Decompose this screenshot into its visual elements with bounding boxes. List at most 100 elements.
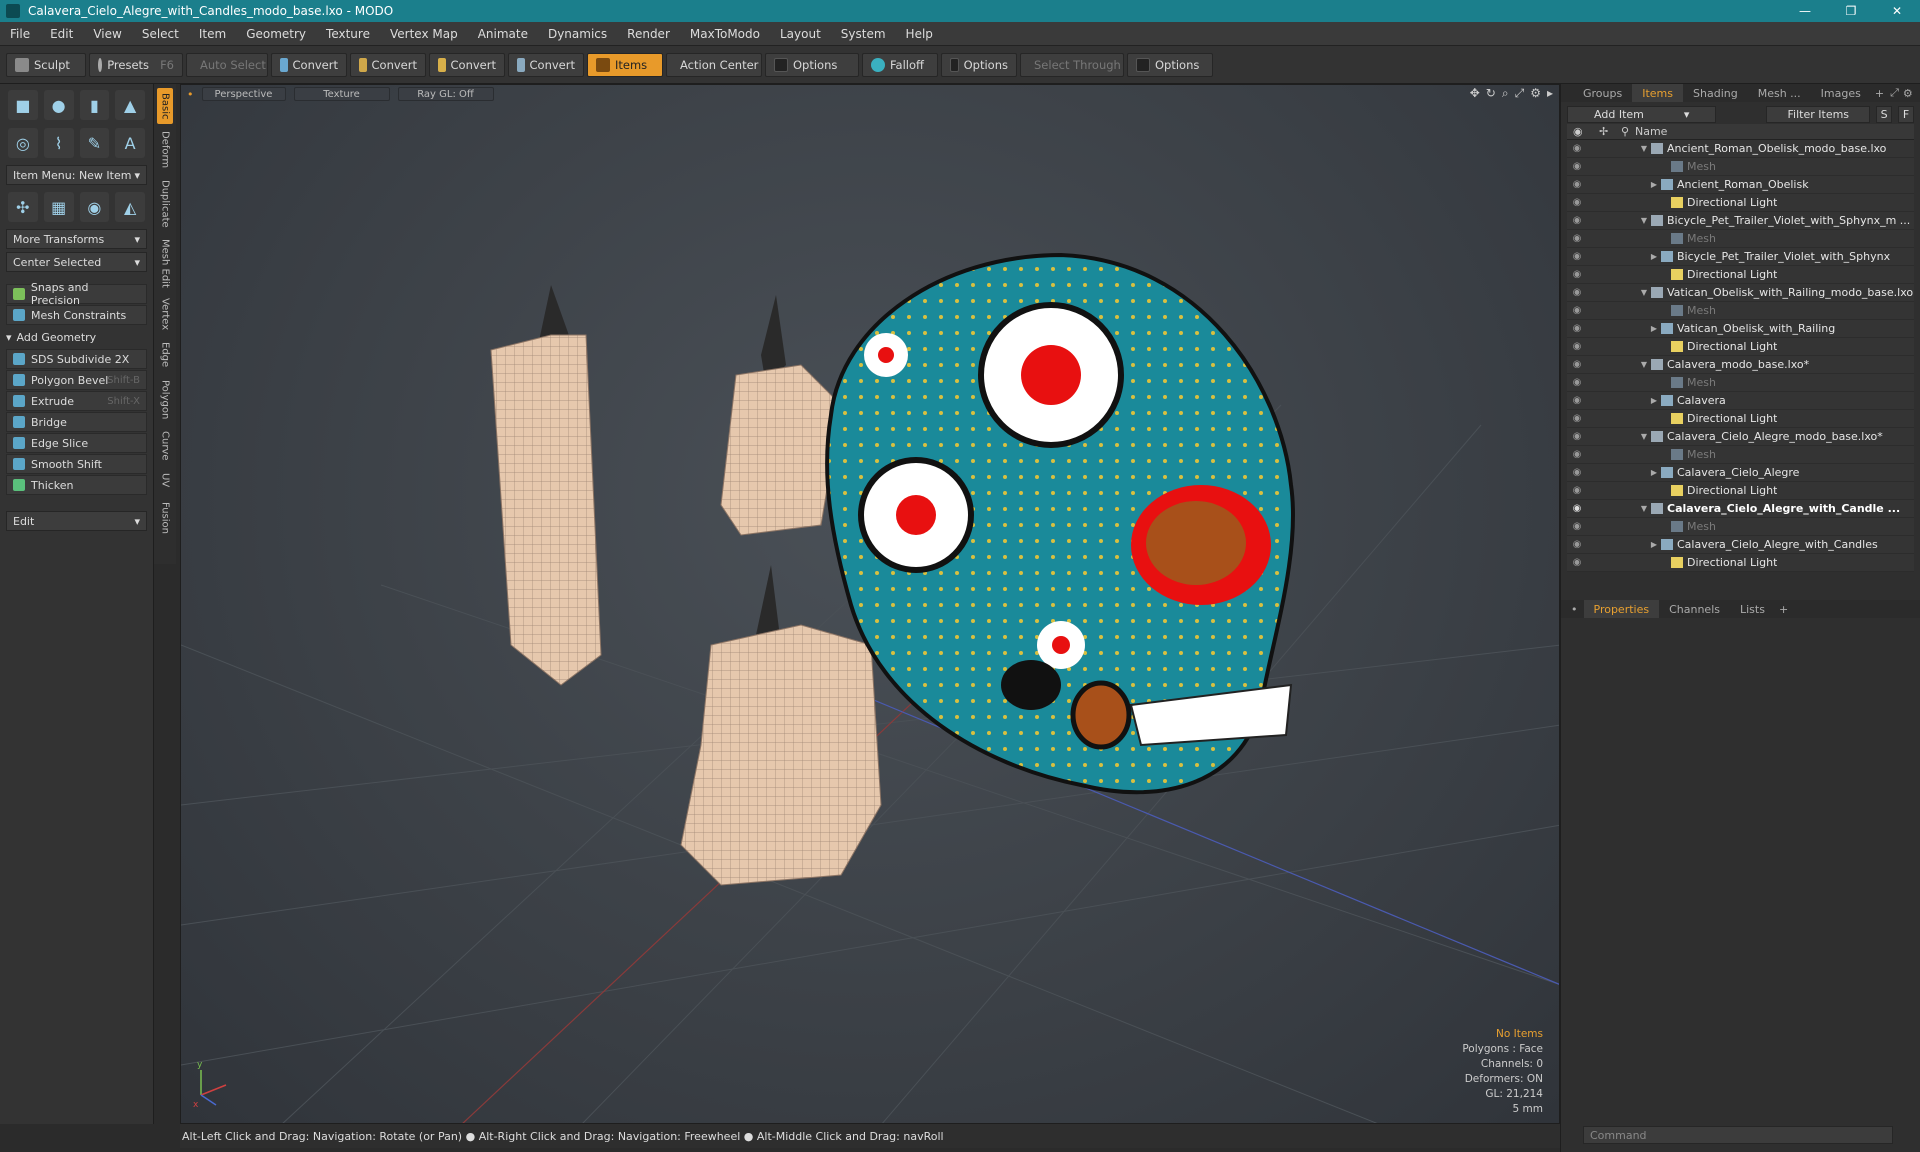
add-item-dropdown[interactable]: Add Item ▾	[1567, 105, 1717, 123]
expand-arrow-icon[interactable]: ▶	[1649, 468, 1659, 477]
tree-row-mesh[interactable]: ◉ Mesh	[1567, 158, 1914, 176]
eye-icon[interactable]: ◉	[1571, 161, 1583, 172]
expand-arrow-icon[interactable]: ▼	[1639, 288, 1649, 297]
menu-system[interactable]: System	[831, 27, 896, 41]
add-geometry-header[interactable]: ▾ Add Geometry	[6, 328, 147, 346]
tool-edge-slice[interactable]: Edge Slice	[6, 433, 147, 453]
tab-shading[interactable]: Shading	[1683, 84, 1748, 102]
tree-row-item[interactable]: ◉ ▶ Vatican_Obelisk_with_Railing	[1567, 320, 1914, 338]
shading-chip[interactable]: Texture	[293, 87, 390, 101]
filter-items-input[interactable]: Filter Items	[1766, 105, 1871, 123]
tab-channels[interactable]: Channels	[1659, 600, 1730, 618]
eye-icon[interactable]: ◉	[1571, 557, 1583, 568]
tab-lists[interactable]: Lists	[1730, 600, 1775, 618]
falloff-button[interactable]: Falloff	[862, 52, 938, 77]
convert-button-2[interactable]: Convert	[350, 52, 426, 77]
f-filter-button[interactable]: F	[1898, 105, 1915, 123]
cylinder-icon[interactable]: ▮	[79, 90, 110, 120]
tab-basic[interactable]: Basic	[157, 88, 173, 124]
cone-icon[interactable]: ▲	[115, 90, 145, 120]
add-tab-icon[interactable]: +	[1875, 87, 1884, 100]
tab-curve[interactable]: Curve	[157, 428, 173, 464]
menu-maxtomodo[interactable]: MaxToModo	[680, 27, 770, 41]
add-tab-icon[interactable]: +	[1779, 603, 1788, 616]
eye-icon[interactable]: ◉	[1571, 143, 1583, 154]
tree-row-mesh[interactable]: ◉ Mesh	[1567, 230, 1914, 248]
menu-vertex-map[interactable]: Vertex Map	[380, 27, 468, 41]
tree-row-mesh[interactable]: ◉ Mesh	[1567, 446, 1914, 464]
options-button-2[interactable]: Options	[941, 52, 1017, 77]
tree-row-scene[interactable]: ◉ ▼ Calavera_Cielo_Alegre_modo_base.lxo*	[1567, 428, 1914, 446]
expand-arrow-icon[interactable]: ▼	[1639, 216, 1649, 225]
items-mode-button[interactable]: Items	[587, 52, 663, 77]
pan-icon[interactable]: ✥	[1470, 86, 1480, 101]
eye-icon[interactable]: ◉	[1571, 287, 1583, 298]
expand-arrow-icon[interactable]: ▶	[1649, 540, 1659, 549]
tree-row-mesh[interactable]: ◉ Mesh	[1567, 374, 1914, 392]
tab-mesh-edit[interactable]: Mesh Edit	[157, 236, 173, 290]
capsule-icon[interactable]: ⌇	[43, 128, 74, 158]
eye-icon[interactable]: ◉	[1571, 539, 1583, 550]
eye-icon[interactable]: ◉	[1571, 197, 1583, 208]
raygl-chip[interactable]: Ray GL: Off	[397, 87, 494, 101]
tab-items[interactable]: Items	[1632, 84, 1684, 102]
action-center-button[interactable]: Action Center	[666, 52, 762, 77]
auto-select-button[interactable]: Auto Select	[186, 52, 268, 77]
sculpt-button[interactable]: Sculpt	[6, 52, 86, 77]
eye-icon[interactable]: ◉	[1571, 251, 1583, 262]
center-selected-dropdown[interactable]: Center Selected ▾	[6, 252, 147, 272]
tab-deform[interactable]: Deform	[157, 128, 173, 172]
eye-icon[interactable]: ◉	[1571, 215, 1583, 226]
eye-icon[interactable]: ◉	[1571, 449, 1583, 460]
tab-vertex[interactable]: Vertex	[157, 294, 173, 334]
options-button-3[interactable]: Options	[1127, 52, 1213, 77]
tab-groups[interactable]: Groups	[1573, 84, 1632, 102]
text-icon[interactable]: A	[115, 128, 145, 158]
eye-icon[interactable]: ◉	[1571, 431, 1583, 442]
tool-polygon-bevel[interactable]: Polygon Bevel Shift-B	[6, 370, 147, 390]
tree-row-light[interactable]: ◉ Directional Light	[1567, 338, 1914, 356]
options-button-1[interactable]: Options	[765, 52, 859, 77]
eye-icon[interactable]: ◉	[1571, 521, 1583, 532]
menu-item[interactable]: Item	[189, 27, 236, 41]
minimize-button[interactable]: —	[1782, 0, 1828, 22]
s-filter-button[interactable]: S	[1876, 105, 1893, 123]
command-input[interactable]: Command	[1583, 1126, 1893, 1144]
expand-arrow-icon[interactable]: ▶	[1649, 396, 1659, 405]
tab-mesh[interactable]: Mesh ...	[1748, 84, 1811, 102]
tree-row-item[interactable]: ◉ ▶ Calavera_Cielo_Alegre	[1567, 464, 1914, 482]
settings-gear-icon[interactable]: ⚙	[1530, 86, 1541, 101]
mesh-constraints-button[interactable]: Mesh Constraints	[6, 305, 147, 325]
menu-layout[interactable]: Layout	[770, 27, 831, 41]
pen-icon[interactable]: ✎	[79, 128, 110, 158]
eye-icon[interactable]: ◉	[1571, 395, 1583, 406]
tree-row-mesh[interactable]: ◉ Mesh	[1567, 302, 1914, 320]
globe-icon[interactable]: ◉	[79, 192, 110, 222]
rotate-icon[interactable]: ↻	[1486, 86, 1496, 101]
menu-view[interactable]: View	[83, 27, 131, 41]
presets-button[interactable]: Presets F6	[89, 52, 183, 77]
expand-arrow-icon[interactable]: ▶	[1649, 180, 1659, 189]
restore-button[interactable]: ❐	[1828, 0, 1874, 22]
tab-uv[interactable]: UV	[157, 468, 173, 492]
tab-edge[interactable]: Edge	[157, 338, 173, 372]
eye-icon[interactable]: ◉	[1571, 413, 1583, 424]
tab-fusion[interactable]: Fusion	[157, 496, 173, 540]
tree-row-mesh[interactable]: ◉ Mesh	[1567, 518, 1914, 536]
maximize-panel-icon[interactable]: ⤢	[1890, 86, 1899, 100]
tree-row-item[interactable]: ◉ ▶ Ancient_Roman_Obelisk	[1567, 176, 1914, 194]
tab-properties[interactable]: Properties	[1583, 600, 1660, 618]
tool-smooth-shift[interactable]: Smooth Shift	[6, 454, 147, 474]
expand-arrow-icon[interactable]: ▶	[1649, 324, 1659, 333]
view-type-chip[interactable]: Perspective	[201, 87, 286, 101]
menu-select[interactable]: Select	[132, 27, 189, 41]
edit-dropdown[interactable]: Edit ▾	[6, 511, 147, 531]
expand-arrow-icon[interactable]: ▼	[1639, 432, 1649, 441]
tree-row-item[interactable]: ◉ ▶ Calavera_Cielo_Alegre_with_Candles	[1567, 536, 1914, 554]
tree-row-light[interactable]: ◉ Directional Light	[1567, 194, 1914, 212]
tab-polygon[interactable]: Polygon	[157, 376, 173, 424]
tree-row-light[interactable]: ◉ Directional Light	[1567, 554, 1914, 572]
grid-icon[interactable]: ▦	[43, 192, 74, 222]
eye-icon[interactable]: ◉	[1571, 341, 1583, 352]
convert-button-3[interactable]: Convert	[429, 52, 505, 77]
